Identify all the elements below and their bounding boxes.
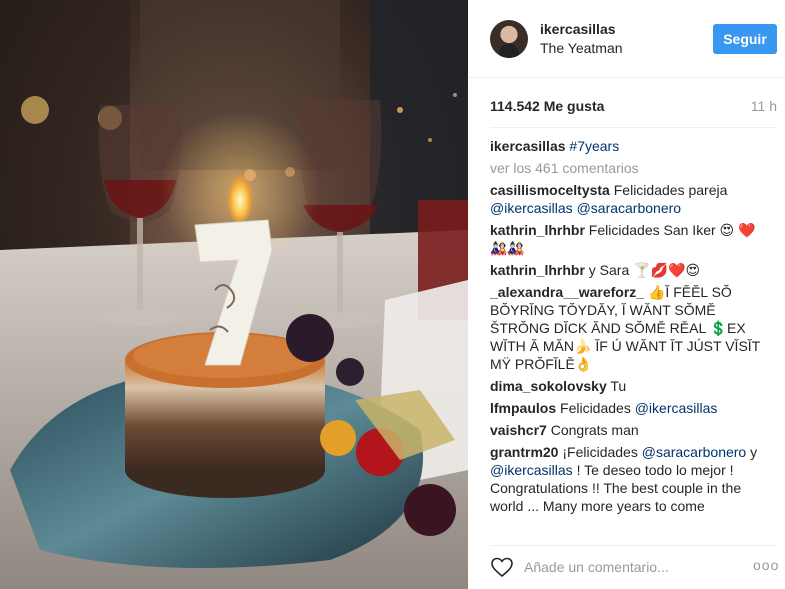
post-side-panel: ikercasillas The Yeatman Seguir 114.542 … [468,0,785,589]
view-all-comments-link[interactable]: ver los 461 comentarios [490,159,765,177]
post-header: ikercasillas The Yeatman Seguir [468,0,785,78]
comment-text: Felicidades pareja [613,182,728,198]
comment-username[interactable]: kathrin_lhrhbr [490,262,585,278]
comment-item: kathrin_lhrhbr Felicidades San Iker 😍 ❤️… [490,221,765,257]
comment-item: grantrm20 ¡Felicidades @saracarbonero y … [490,443,765,515]
comment-text: Congrats man [550,422,639,438]
comment-item: vaishcr7 Congrats man [490,421,765,439]
post-footer: ooo [468,545,785,589]
likes-row: 114.542 Me gusta 11 h [490,98,777,116]
comment-username[interactable]: dima_sokolovsky [490,378,607,394]
comment-item: dima_sokolovsky Tu [490,377,765,395]
header-location[interactable]: The Yeatman [540,40,623,56]
comment-item: casillismoceltysta Felicidades pareja @i… [490,181,765,217]
follow-button[interactable]: Seguir [713,24,777,54]
comment-container: casillismoceltysta Felicidades pareja @i… [490,181,765,515]
comment-item: kathrin_lhrhbr y Sara 🍸💋❤️😍 [490,261,765,279]
comment-mention[interactable]: @ikercasillas [490,200,573,216]
likes-count[interactable]: 114.542 Me gusta [490,98,604,114]
comment-text: y Sara 🍸💋❤️😍 [588,262,701,278]
caption-username[interactable]: ikercasillas [490,138,566,154]
divider [490,127,777,128]
comment-username[interactable]: vaishcr7 [490,422,547,438]
comment-mention[interactable]: @saracarbonero [577,200,682,216]
cake-photo-illustration: 7 [0,0,468,589]
post-photo[interactable]: 7 [0,0,468,589]
caption: ikercasillas #7years [490,137,765,155]
comment-username[interactable]: casillismoceltysta [490,182,610,198]
header-username[interactable]: ikercasillas [540,21,616,37]
heart-icon[interactable] [490,555,514,579]
comment-mention[interactable]: @ikercasillas [635,400,718,416]
comment-mention[interactable]: @ikercasillas [490,462,573,478]
comment-mention[interactable]: @saracarbonero [642,444,747,460]
comment-text: y [746,444,758,460]
caption-hashtag[interactable]: #7years [569,138,619,154]
comment-username[interactable]: kathrin_lhrhbr [490,222,585,238]
add-comment-input[interactable] [524,557,734,577]
comment-text: Felicidades [560,400,635,416]
post-time[interactable]: 11 h [751,98,777,114]
avatar[interactable] [490,20,528,58]
comment-text: ¡Felicidades [562,444,642,460]
comment-text: Tu [610,378,627,394]
comments-list[interactable]: ikercasillas #7years ver los 461 comenta… [490,137,765,534]
comment-username[interactable]: grantrm20 [490,444,558,460]
comment-item: _alexandra__wareforz_ 👍Ĭ FĔĔL SŎ BŎYRĬNG… [490,283,765,373]
more-options-icon[interactable]: ooo [753,557,779,573]
comment-username[interactable]: _alexandra__wareforz_ [490,284,644,300]
comment-username[interactable]: lfmpaulos [490,400,556,416]
comment-item: lfmpaulos Felicidades @ikercasillas [490,399,765,417]
